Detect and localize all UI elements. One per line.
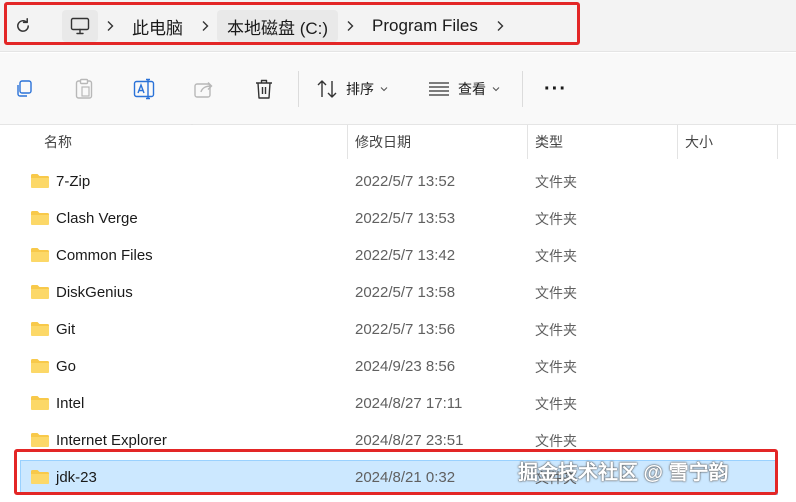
breadcrumb-separator[interactable] bbox=[98, 10, 122, 42]
command-bar: 排序 查看 ··· bbox=[0, 53, 796, 125]
column-type-header[interactable]: 类型 bbox=[527, 125, 677, 159]
file-date: 2022/5/7 13:58 bbox=[355, 284, 456, 301]
column-name-header[interactable]: 名称 bbox=[36, 125, 346, 159]
view-label: 查看 bbox=[458, 81, 486, 97]
chevron-right-icon bbox=[202, 21, 209, 31]
refresh-button[interactable] bbox=[8, 12, 38, 40]
file-name: Common Files bbox=[56, 247, 153, 264]
more-options-button[interactable]: ··· bbox=[544, 75, 567, 103]
file-name: DiskGenius bbox=[56, 284, 133, 301]
list-view-icon bbox=[429, 82, 449, 96]
breadcrumb: 此电脑 本地磁盘 (C:) Program Files bbox=[62, 8, 512, 44]
file-type: 文件夹 bbox=[535, 284, 577, 301]
file-date: 2024/8/21 0:32 bbox=[355, 469, 456, 486]
clipboard-icon bbox=[75, 78, 93, 99]
copy-button[interactable] bbox=[14, 75, 34, 103]
column-size-header[interactable]: 大小 bbox=[677, 125, 777, 159]
file-name: Internet Explorer bbox=[56, 432, 167, 449]
chevron-down-icon bbox=[380, 87, 388, 92]
chevron-right-icon bbox=[107, 21, 114, 31]
refresh-icon bbox=[17, 18, 29, 32]
file-type: 文件夹 bbox=[535, 432, 577, 449]
file-row[interactable]: Common Files 2022/5/7 13:42 文件夹 bbox=[0, 237, 796, 274]
file-row[interactable]: Clash Verge 2022/5/7 13:53 文件夹 bbox=[0, 200, 796, 237]
column-divider[interactable] bbox=[777, 125, 778, 159]
file-name: Go bbox=[56, 358, 77, 375]
watermark: 掘金技术社区 @ 雪宁韵 bbox=[518, 461, 729, 484]
delete-button[interactable] bbox=[254, 75, 274, 103]
breadcrumb-separator[interactable] bbox=[193, 10, 217, 42]
breadcrumb-separator[interactable] bbox=[338, 10, 362, 42]
address-bar: 此电脑 本地磁盘 (C:) Program Files bbox=[0, 0, 796, 52]
share-icon bbox=[194, 82, 213, 98]
chevron-down-icon bbox=[492, 87, 500, 92]
file-name: Clash Verge bbox=[56, 210, 138, 227]
folder-icon bbox=[31, 470, 49, 484]
file-row[interactable]: Intel 2024/8/27 17:11 文件夹 bbox=[0, 385, 796, 422]
file-date: 2022/5/7 13:52 bbox=[355, 173, 456, 190]
trash-icon bbox=[256, 79, 272, 99]
file-type: 文件夹 bbox=[535, 358, 577, 375]
file-date: 2024/8/27 23:51 bbox=[355, 432, 464, 449]
folder-icon bbox=[31, 322, 49, 336]
folder-icon bbox=[31, 396, 49, 410]
breadcrumb-local-disk[interactable]: 本地磁盘 (C:) bbox=[217, 10, 339, 42]
file-type: 文件夹 bbox=[535, 395, 577, 412]
copy-icon bbox=[17, 80, 32, 97]
file-type: 文件夹 bbox=[535, 321, 577, 338]
share-button[interactable] bbox=[193, 75, 215, 103]
file-date: 2022/5/7 13:56 bbox=[355, 321, 456, 338]
view-button[interactable]: 查看 bbox=[428, 75, 500, 103]
folder-icon bbox=[31, 285, 49, 299]
more-icon: ··· bbox=[544, 77, 567, 100]
file-row[interactable]: Git 2022/5/7 13:56 文件夹 bbox=[0, 311, 796, 348]
chevron-right-icon bbox=[347, 21, 354, 31]
chevron-right-icon bbox=[497, 21, 504, 31]
folder-icon bbox=[31, 211, 49, 225]
breadcrumb-this-pc[interactable]: 此电脑 bbox=[122, 10, 193, 42]
file-name: 7-Zip bbox=[56, 173, 91, 190]
file-name: jdk-23 bbox=[56, 469, 97, 486]
file-type: 文件夹 bbox=[535, 247, 577, 264]
folder-icon bbox=[31, 174, 49, 188]
breadcrumb-program-files[interactable]: Program Files bbox=[362, 10, 488, 42]
this-pc-button[interactable] bbox=[62, 10, 98, 42]
breadcrumb-separator[interactable] bbox=[488, 10, 512, 42]
file-row[interactable]: DiskGenius 2022/5/7 13:58 文件夹 bbox=[0, 274, 796, 311]
folder-icon bbox=[31, 359, 49, 373]
file-date: 2024/9/23 8:56 bbox=[355, 358, 456, 375]
file-name: Intel bbox=[56, 395, 85, 412]
file-type: 文件夹 bbox=[535, 173, 577, 190]
sort-label: 排序 bbox=[346, 81, 374, 97]
toolbar-divider bbox=[298, 71, 299, 107]
paste-button[interactable] bbox=[74, 75, 94, 103]
file-type: 文件夹 bbox=[535, 210, 577, 227]
rename-button[interactable] bbox=[133, 75, 155, 103]
folder-icon bbox=[31, 248, 49, 262]
sort-button[interactable]: 排序 bbox=[316, 75, 388, 103]
monitor-icon bbox=[70, 17, 90, 35]
column-date-header[interactable]: 修改日期 bbox=[347, 125, 527, 159]
folder-icon bbox=[31, 433, 49, 447]
file-date: 2024/8/27 17:11 bbox=[355, 395, 463, 412]
toolbar-divider bbox=[522, 71, 523, 107]
file-name: Git bbox=[56, 321, 76, 338]
column-header: 名称 修改日期 类型 大小 bbox=[0, 125, 796, 159]
file-date: 2022/5/7 13:42 bbox=[355, 247, 456, 264]
rename-icon bbox=[133, 78, 155, 100]
file-row[interactable]: 7-Zip 2022/5/7 13:52 文件夹 bbox=[0, 163, 796, 200]
file-row[interactable]: Go 2024/9/23 8:56 文件夹 bbox=[0, 348, 796, 385]
file-date: 2022/5/7 13:53 bbox=[355, 210, 456, 227]
file-list: 7-Zip 2022/5/7 13:52 文件夹 Clash Verge 2022/5/… bbox=[0, 163, 796, 496]
file-row[interactable]: Internet Explorer 2024/8/27 23:51 文件夹 bbox=[0, 422, 796, 459]
sort-icon bbox=[317, 80, 337, 98]
